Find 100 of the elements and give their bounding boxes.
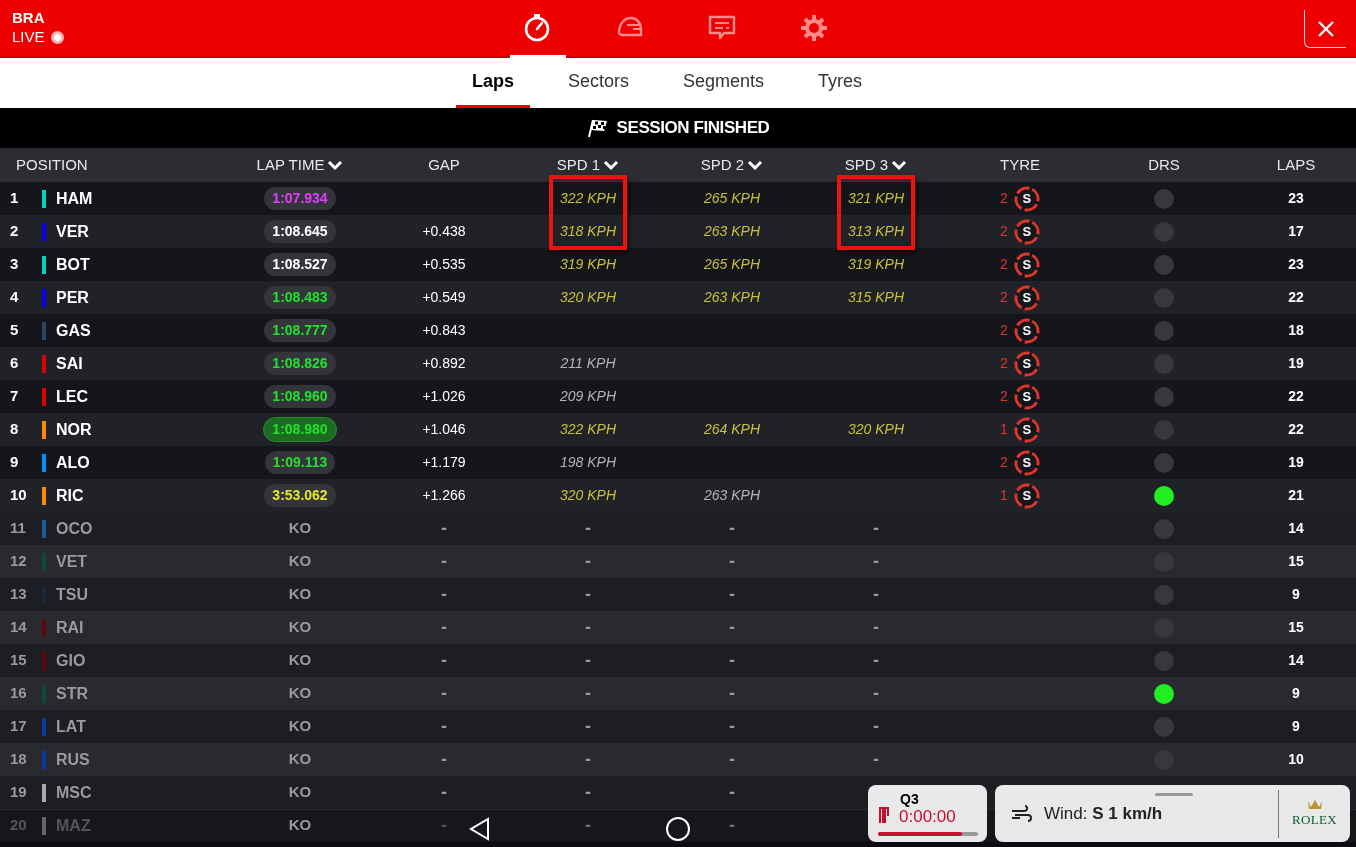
tab[interactable]: Tyres	[802, 58, 879, 108]
speed-value: -	[585, 550, 591, 573]
driver-code: LAT	[56, 716, 86, 737]
speed-value: -	[873, 715, 879, 738]
speed-value: 318 KPH	[559, 222, 616, 241]
lap-count: 23	[1288, 255, 1304, 274]
driver-code: RAI	[56, 617, 84, 638]
lap-time: 1:09.113	[264, 451, 336, 474]
gap-value: +1.179	[422, 453, 466, 472]
speed-value: 321 KPH	[847, 189, 904, 208]
position-number: 6	[9, 353, 20, 374]
speed-value: -	[585, 748, 591, 771]
lap-time: KO	[287, 749, 313, 770]
close-button[interactable]	[1304, 10, 1346, 48]
lap-time: 1:08.527	[264, 253, 336, 276]
gap-value: -	[441, 649, 447, 672]
tyre-compound: S	[1013, 482, 1040, 509]
tyre-compound: S	[1013, 449, 1040, 476]
gap-value: +1.266	[422, 486, 466, 505]
chevron-down-icon[interactable]	[891, 159, 908, 171]
column-header[interactable]: LAP TIME	[256, 153, 325, 177]
drag-handle[interactable]	[1155, 793, 1193, 796]
speed-value: 313 KPH	[847, 222, 904, 241]
tyre-age: 2	[1000, 222, 1008, 241]
tyre-compound: S	[1013, 284, 1040, 311]
column-header[interactable]: SPD 3	[844, 153, 889, 177]
lap-count: 9	[1292, 717, 1300, 736]
column-header[interactable]: DRS	[1148, 153, 1180, 177]
position-number: 1	[9, 188, 20, 209]
driver-code: ALO	[56, 452, 90, 473]
position-number: 2	[9, 221, 20, 242]
driver-code: BOT	[56, 254, 90, 275]
speed-value: -	[585, 517, 591, 540]
gap-value: -	[441, 814, 447, 837]
speed-value: 322 KPH	[559, 189, 616, 208]
speed-value: -	[729, 814, 735, 837]
home-icon[interactable]	[665, 816, 691, 842]
lap-time: KO	[287, 518, 313, 539]
tyre-compound: S	[1013, 383, 1040, 410]
tyre-compound: S	[1013, 350, 1040, 377]
driver-code: GIO	[56, 650, 86, 671]
column-header[interactable]: SPD 1	[556, 153, 601, 177]
column-header[interactable]: TYRE	[1000, 153, 1040, 177]
column-header[interactable]: POSITION	[16, 153, 88, 177]
position-number: 17	[9, 716, 28, 737]
lap-count: 19	[1288, 354, 1304, 373]
checkered-flag-icon	[586, 118, 609, 138]
speed-value: 263 KPH	[703, 222, 760, 241]
column-header[interactable]: LAPS	[1276, 153, 1316, 177]
driver-code: OCO	[56, 518, 93, 539]
lap-count: 18	[1288, 321, 1304, 340]
speed-value: -	[585, 616, 591, 639]
driver-code: RUS	[56, 749, 90, 770]
gap-value: +0.535	[422, 255, 466, 274]
back-icon[interactable]	[468, 817, 492, 841]
position-number: 14	[9, 617, 28, 638]
position-number: 7	[9, 386, 20, 407]
tyre-age: 2	[1000, 453, 1008, 472]
speed-value: -	[873, 583, 879, 606]
wind-reading: Wind: S 1 km/h	[1044, 802, 1163, 825]
close-icon[interactable]	[1316, 19, 1335, 38]
tyre-age: 2	[1000, 321, 1008, 340]
tyre-age: 1	[1000, 486, 1008, 505]
chevron-down-icon[interactable]	[603, 159, 620, 171]
chevron-down-icon[interactable]	[747, 159, 764, 171]
position-number: 16	[9, 683, 28, 704]
gap-value: +1.026	[422, 387, 466, 406]
gap-value: -	[441, 781, 447, 804]
session-name: Q3	[900, 791, 919, 807]
lap-time: 1:07.934	[264, 187, 336, 210]
driver-code: VER	[56, 221, 89, 242]
tyre-compound: S	[1013, 218, 1040, 245]
speed-value: 320 KPH	[559, 486, 616, 505]
position-number: 13	[9, 584, 28, 605]
chevron-down-icon[interactable]	[327, 159, 344, 171]
tab[interactable]: Segments	[667, 58, 781, 108]
speed-value: -	[729, 781, 735, 804]
live-label: LIVE	[12, 27, 45, 47]
lap-count: 23	[1288, 189, 1304, 208]
driver-code: VET	[56, 551, 88, 572]
gap-value: +0.549	[422, 288, 466, 307]
column-header[interactable]: GAP	[428, 153, 460, 177]
column-header[interactable]: SPD 2	[700, 153, 745, 177]
speed-value: -	[585, 682, 591, 705]
speed-value: -	[873, 649, 879, 672]
speed-value: -	[873, 616, 879, 639]
lap-count: 17	[1288, 222, 1304, 241]
event-code: BRA	[12, 9, 46, 27]
speed-value: -	[729, 649, 735, 672]
lap-count: 15	[1288, 618, 1304, 637]
position-number: 11	[9, 518, 27, 539]
tab[interactable]: Sectors	[552, 58, 646, 108]
tyre-compound: S	[1013, 251, 1040, 278]
gap-value: +0.438	[422, 222, 466, 241]
driver-code: HAM	[56, 188, 93, 209]
lap-count: 10	[1288, 750, 1304, 769]
speed-value: -	[873, 517, 879, 540]
tyre-compound: S	[1013, 317, 1040, 344]
lap-count: 21	[1288, 486, 1304, 505]
lap-count: 19	[1288, 453, 1304, 472]
